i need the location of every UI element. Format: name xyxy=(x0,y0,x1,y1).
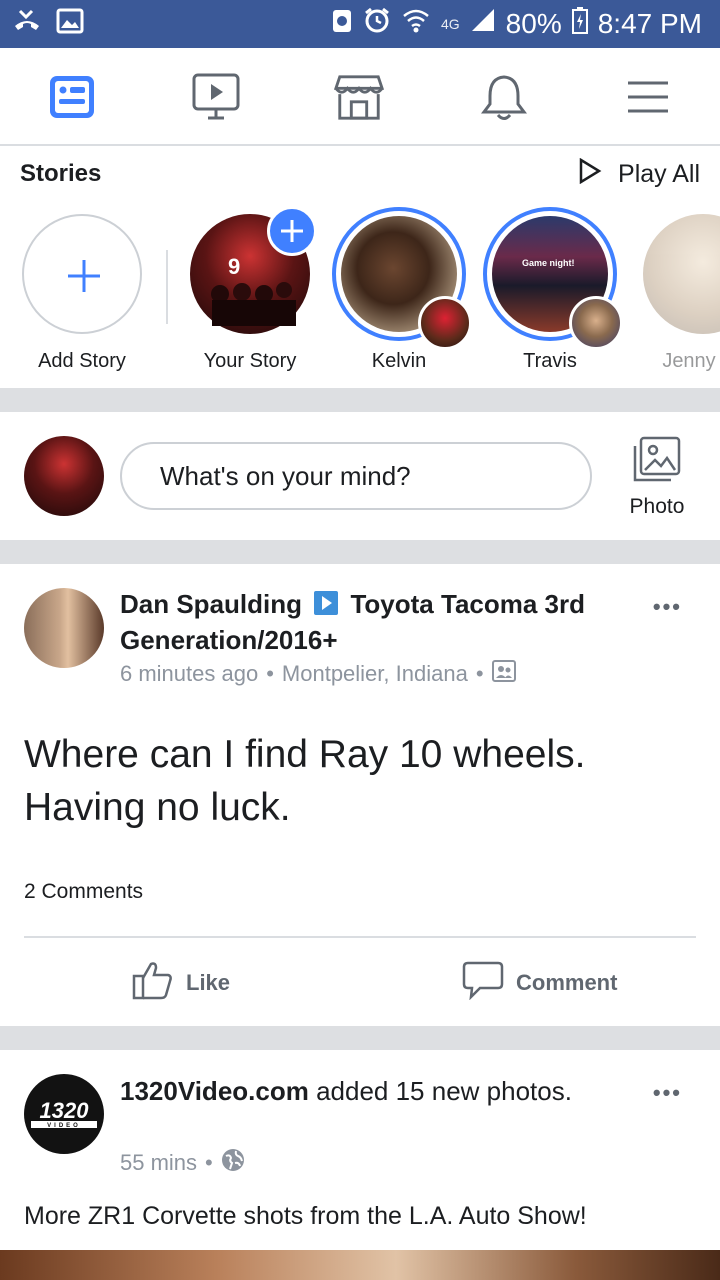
post-author[interactable]: 1320Video.com xyxy=(120,1076,309,1106)
story-author-avatar xyxy=(569,296,623,350)
more-options-icon[interactable]: ••• xyxy=(653,594,682,620)
comments-count[interactable]: 2 Comments xyxy=(24,880,143,904)
story-jenny[interactable]: Jenny xyxy=(638,214,720,372)
post-author[interactable]: Dan Spaulding xyxy=(120,589,302,619)
stories-divider xyxy=(166,250,168,324)
avatar[interactable] xyxy=(24,588,104,668)
story-label: Add Story xyxy=(38,350,126,372)
meta-separator: • xyxy=(266,661,274,686)
plus-icon xyxy=(281,220,303,242)
post-time[interactable]: 6 minutes ago xyxy=(120,661,258,687)
story-thumbnail xyxy=(643,214,720,334)
network-type: 4G xyxy=(440,15,460,32)
story-yours[interactable]: 9 Your Story xyxy=(185,206,317,372)
story-kelvin[interactable]: Kelvin xyxy=(332,207,472,372)
comment-icon xyxy=(462,960,504,1006)
plus-icon xyxy=(68,260,100,292)
story-add[interactable]: Add Story xyxy=(17,214,147,372)
more-options-icon[interactable]: ••• xyxy=(653,1080,682,1106)
meta-separator: • xyxy=(205,1150,213,1175)
comment-label: Comment xyxy=(516,970,618,995)
story-author-avatar xyxy=(418,296,472,350)
post-divider xyxy=(24,936,696,938)
meta-separator: • xyxy=(475,661,484,686)
thumbs-up-icon xyxy=(132,960,174,1006)
notifications-icon[interactable] xyxy=(479,72,529,122)
clock: 8:47 PM xyxy=(597,7,702,39)
page-logo[interactable]: 1320 VIDEO xyxy=(24,1074,104,1154)
post-text: More ZR1 Corvette shots from the L.A. Au… xyxy=(24,1202,587,1230)
photo-button[interactable]: Photo xyxy=(622,436,692,519)
menu-icon[interactable] xyxy=(623,72,673,122)
photo-icon xyxy=(633,436,681,482)
news-feed-icon[interactable] xyxy=(47,72,97,122)
post-text: Where can I find Ray 10 wheels. Having n… xyxy=(24,733,586,829)
post-time[interactable]: 55 mins xyxy=(120,1150,197,1176)
logo-text: 1320 xyxy=(40,1098,90,1123)
status-input[interactable]: What's on your mind? xyxy=(120,442,592,510)
battery-percent: 80% xyxy=(505,7,562,39)
add-story-badge[interactable] xyxy=(267,206,317,256)
arrow-right-icon xyxy=(313,590,339,624)
composer: What's on your mind? Photo xyxy=(0,412,720,540)
story-label: Your Story xyxy=(203,350,297,372)
post-location[interactable]: Montpelier, Indiana xyxy=(282,661,468,687)
top-nav xyxy=(0,48,720,146)
missed-call-icon xyxy=(12,8,42,39)
globe-icon xyxy=(221,1148,245,1178)
story-label: Kelvin xyxy=(371,350,427,372)
save-icon xyxy=(331,6,353,41)
post-action: added 15 new photos. xyxy=(316,1076,572,1106)
wifi-icon xyxy=(401,6,431,41)
play-icon xyxy=(578,157,602,191)
like-label: Like xyxy=(186,970,231,995)
group-audience-icon xyxy=(491,660,516,688)
feed-post: 1320 VIDEO 1320Video.com added 15 new ph… xyxy=(0,1050,720,1280)
image-icon xyxy=(56,8,84,39)
watch-icon[interactable] xyxy=(191,72,241,122)
photo-label: Photo xyxy=(629,495,685,518)
story-travis[interactable]: Game night! Travis xyxy=(483,207,623,372)
logo-subtext: VIDEO xyxy=(47,1123,81,1129)
avatar[interactable] xyxy=(24,436,104,516)
svg-text:9: 9 xyxy=(228,254,240,279)
story-label: Jenny xyxy=(662,350,716,372)
section-separator xyxy=(0,388,720,412)
stories-title: Stories xyxy=(20,160,102,187)
section-separator xyxy=(0,1026,720,1050)
battery-icon xyxy=(571,6,588,41)
signal-icon xyxy=(470,7,496,40)
play-all-button[interactable]: Play All xyxy=(578,157,700,191)
status-bar: 4G 80% 8:47 PM xyxy=(0,0,720,48)
post-image[interactable] xyxy=(0,1250,720,1280)
feed-post: Dan Spaulding Toyota Tacoma 3rd Generati… xyxy=(0,564,720,1026)
comment-button[interactable]: Comment xyxy=(462,960,617,1006)
post-header: Dan Spaulding Toyota Tacoma 3rd Generati… xyxy=(120,588,640,657)
marketplace-icon[interactable] xyxy=(334,72,384,122)
post-meta: 6 minutes ago • Montpelier, Indiana • xyxy=(120,660,516,688)
like-button[interactable]: Like xyxy=(132,960,230,1006)
post-meta: 55 mins • xyxy=(120,1148,245,1178)
alarm-icon xyxy=(363,6,391,41)
section-separator xyxy=(0,540,720,564)
post-header: 1320Video.com added 15 new photos. xyxy=(120,1074,580,1108)
play-all-label: Play All xyxy=(618,160,700,188)
stories-tray: Stories Play All Add Story 9 Your Story xyxy=(0,146,720,388)
